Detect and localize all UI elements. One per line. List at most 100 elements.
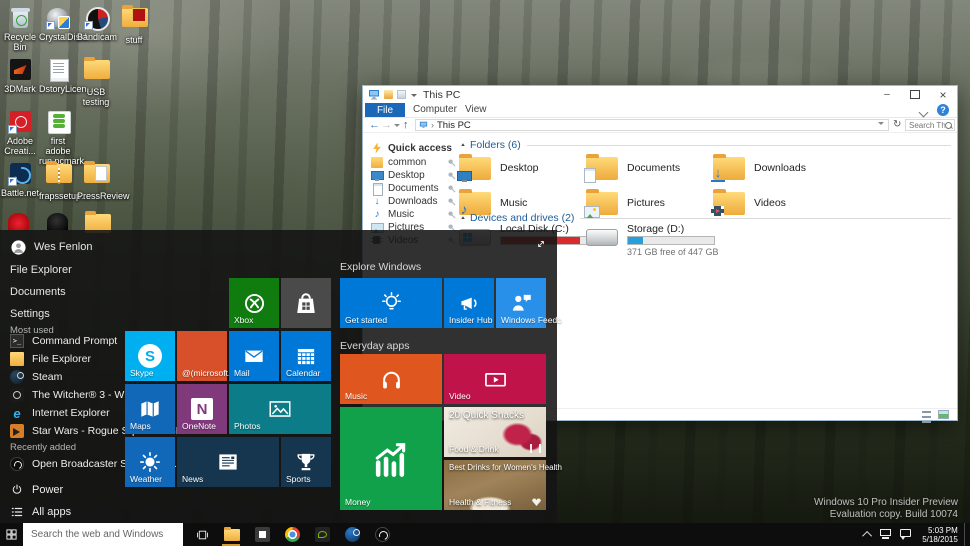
refresh-icon[interactable]: ↻ xyxy=(893,119,901,130)
large-icons-view-icon[interactable] xyxy=(938,410,949,419)
help-icon[interactable]: ? xyxy=(937,104,949,116)
most-used-file-explorer[interactable]: File Explorer xyxy=(10,351,91,367)
desktop-icon-crystaldisk[interactable]: CrystalDiskI... xyxy=(39,5,95,42)
desktop-icon-battlenet[interactable]: Battle.net xyxy=(1,161,39,198)
sidebar-item-documents[interactable]: Documents xyxy=(371,182,456,196)
breadcrumb[interactable]: This PC xyxy=(437,120,471,131)
tile-photos[interactable]: Photos xyxy=(229,384,331,434)
desktop-icon-frapssetup[interactable]: frapssetup... xyxy=(39,161,89,201)
desktop-icon-pcmark[interactable]: first adobe run.pcmark... xyxy=(39,109,92,166)
up-icon[interactable]: ↑ xyxy=(403,119,409,131)
tab-view[interactable]: View xyxy=(465,104,487,115)
tile-weather[interactable]: Weather xyxy=(125,437,175,487)
taskbar-nvidia-button[interactable] xyxy=(307,523,337,546)
tile-food-drink[interactable]: 20 Quick Snacks Food & Drink xyxy=(444,407,546,457)
close-button[interactable]: × xyxy=(929,86,957,103)
explorer-search-box[interactable] xyxy=(905,119,955,131)
recent-locations-icon[interactable] xyxy=(394,124,400,130)
taskbar-obs-button[interactable] xyxy=(367,523,397,546)
tile-sports[interactable]: Sports xyxy=(281,437,331,487)
tile-music[interactable]: Music xyxy=(340,354,442,404)
tile-insider-hub[interactable]: Insider Hub xyxy=(444,278,494,328)
maximize-button[interactable] xyxy=(901,86,929,103)
folders-group-header[interactable]: ▲ Folders (6) xyxy=(460,139,951,151)
user-account-button[interactable]: Wes Fenlon xyxy=(10,237,130,257)
task-view-button[interactable] xyxy=(187,523,217,546)
menu-item-settings[interactable]: Settings xyxy=(10,308,50,320)
most-used-command-prompt[interactable]: >_ Command Prompt xyxy=(10,333,117,349)
menu-item-file-explorer[interactable]: File Explorer xyxy=(10,264,72,276)
sidebar-item-desktop[interactable]: Desktop xyxy=(371,169,456,181)
folder-item-desktop[interactable]: Desktop xyxy=(457,153,581,183)
most-used-internet-explorer[interactable]: e Internet Explorer xyxy=(10,405,109,421)
tile-xbox[interactable]: Xbox xyxy=(229,278,279,328)
desktop-icon-usb-testing[interactable]: USB testing xyxy=(77,57,115,107)
tray-clock[interactable]: 5:03 PM 5/18/2015 xyxy=(916,523,964,546)
resize-start-menu-icon[interactable] xyxy=(535,238,547,250)
most-used-steam[interactable]: Steam xyxy=(10,369,62,385)
all-apps-button[interactable]: All apps xyxy=(10,504,71,520)
desktop-icon-bandicam[interactable]: Bandicam xyxy=(77,5,117,42)
file-explorer-icon xyxy=(10,352,24,366)
tile-calendar[interactable]: Calendar xyxy=(281,331,331,381)
nvidia-icon xyxy=(314,527,330,542)
pin-icon xyxy=(448,210,456,218)
sidebar-item-downloads[interactable]: ↓ Downloads xyxy=(371,195,456,207)
sidebar-item-music[interactable]: ♪ Music xyxy=(371,208,456,220)
details-view-icon[interactable] xyxy=(922,411,931,423)
qat-dropdown-icon[interactable] xyxy=(411,94,417,100)
folder-item-documents[interactable]: Documents xyxy=(584,153,708,183)
ribbon-collapse-icon[interactable] xyxy=(918,107,929,118)
sidebar-item-quick-access[interactable]: Quick access xyxy=(371,142,456,154)
desktop-icon-recycle-bin[interactable]: Recycle Bin xyxy=(1,5,39,52)
desktop-icon-adobe-cc[interactable]: Adobe Creati... xyxy=(1,109,39,156)
taskbar-app-dark-button[interactable] xyxy=(247,523,277,546)
tile-news[interactable]: News xyxy=(177,437,279,487)
tile-windows-feedback[interactable]: Windows Feedb xyxy=(496,278,562,328)
tray-action-center-button[interactable] xyxy=(896,523,916,546)
tile-store[interactable] xyxy=(281,278,331,328)
power-button[interactable]: Power xyxy=(10,482,63,498)
desktop-icon-stuff[interactable]: stuff xyxy=(115,5,153,45)
desktop-icon-3dmark[interactable]: 3DMark xyxy=(1,57,39,94)
address-dropdown-icon[interactable] xyxy=(878,122,884,128)
tile-skype[interactable]: S Skype xyxy=(125,331,175,381)
tile-maps[interactable]: Maps xyxy=(125,384,175,434)
tile-video[interactable]: Video xyxy=(444,354,546,404)
desktop-icon-dstorylicen[interactable]: DstoryLicen... xyxy=(39,57,94,94)
address-box[interactable]: › This PC xyxy=(415,119,889,131)
show-desktop-button[interactable] xyxy=(964,523,970,546)
menu-item-documents[interactable]: Documents xyxy=(10,286,66,298)
desktop-icon-pressreview[interactable]: PressReview xyxy=(77,161,130,201)
start-button[interactable] xyxy=(0,523,23,546)
taskbar-file-explorer-button[interactable] xyxy=(217,523,247,546)
folder-item-downloads[interactable]: ↓ Downloads xyxy=(711,153,835,183)
taskbar-steam-button[interactable] xyxy=(337,523,367,546)
tray-show-hidden-icons[interactable] xyxy=(860,523,876,546)
news-icon xyxy=(219,454,237,470)
explorer-search-input[interactable] xyxy=(906,120,945,130)
taskbar-search-input[interactable] xyxy=(23,523,183,546)
insider-hub-icon xyxy=(461,297,477,310)
tile-onenote[interactable]: N OneNote xyxy=(177,384,227,434)
tab-computer[interactable]: Computer xyxy=(413,104,457,115)
minimize-button[interactable]: – xyxy=(873,86,901,103)
drive-item-storage-d[interactable]: Storage (D:) 371 GB free of 447 GB xyxy=(586,223,719,257)
everyday-apps-header: Everyday apps xyxy=(340,340,410,352)
tile-get-started[interactable]: Get started xyxy=(340,278,442,328)
sidebar-item-common[interactable]: common xyxy=(371,156,456,168)
qat-icon-2[interactable] xyxy=(397,90,406,99)
tile-money[interactable]: Money xyxy=(340,407,442,510)
forward-icon[interactable]: → xyxy=(381,119,392,131)
tab-file[interactable]: File xyxy=(365,103,405,117)
desktop-icon-partial-red[interactable] xyxy=(8,213,29,230)
taskbar-chrome-button[interactable] xyxy=(277,523,307,546)
explorer-titlebar[interactable]: This PC – × xyxy=(363,86,957,103)
tile-health-fitness[interactable]: Best Drinks for Women's Health Health & … xyxy=(444,460,562,510)
qat-icon-1[interactable] xyxy=(384,90,393,99)
tray-network-button[interactable] xyxy=(876,523,896,546)
desktop-icon-partial-black[interactable] xyxy=(47,213,68,230)
back-icon[interactable]: ← xyxy=(369,119,380,131)
tile-mail[interactable]: Mail xyxy=(229,331,279,381)
tile-microsoft-win[interactable]: @(microsoft.win xyxy=(177,331,243,381)
